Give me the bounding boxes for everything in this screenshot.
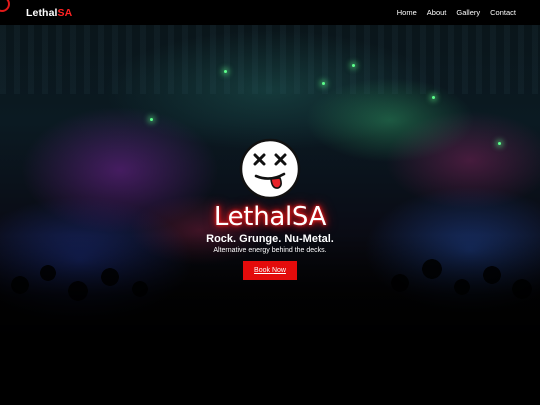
confetti-sparkle (224, 70, 227, 73)
dizzy-face-tongue-icon (239, 138, 301, 200)
hero-title: LethalSA (213, 202, 327, 232)
confetti-sparkle (150, 118, 153, 121)
confetti-sparkle (432, 96, 435, 99)
nav-link-home[interactable]: Home (397, 8, 417, 17)
hero-subtagline: Alternative energy behind the decks. (213, 247, 327, 254)
stage-lighting-rig (0, 24, 540, 94)
hero-section: LethalSA Rock. Grunge. Nu-Metal. Alterna… (0, 138, 540, 280)
hero-tagline: Rock. Grunge. Nu-Metal. (206, 233, 334, 245)
nav-link-contact[interactable]: Contact (490, 8, 516, 17)
brand-logo[interactable]: LethalSA (26, 7, 72, 19)
nav-link-about[interactable]: About (427, 8, 447, 17)
confetti-sparkle (322, 82, 325, 85)
corner-circle-icon (0, 0, 10, 12)
nav-link-gallery[interactable]: Gallery (456, 8, 480, 17)
page: LethalSA Home About Gallery Contact Leth… (0, 0, 540, 405)
top-navbar: LethalSA Home About Gallery Contact (0, 0, 540, 25)
confetti-sparkle (352, 64, 355, 67)
brand-accent: SA (57, 6, 73, 19)
nav-links: Home About Gallery Contact (397, 8, 516, 17)
book-now-button[interactable]: Book Now (243, 261, 297, 280)
brand-name: Lethal (26, 6, 58, 19)
